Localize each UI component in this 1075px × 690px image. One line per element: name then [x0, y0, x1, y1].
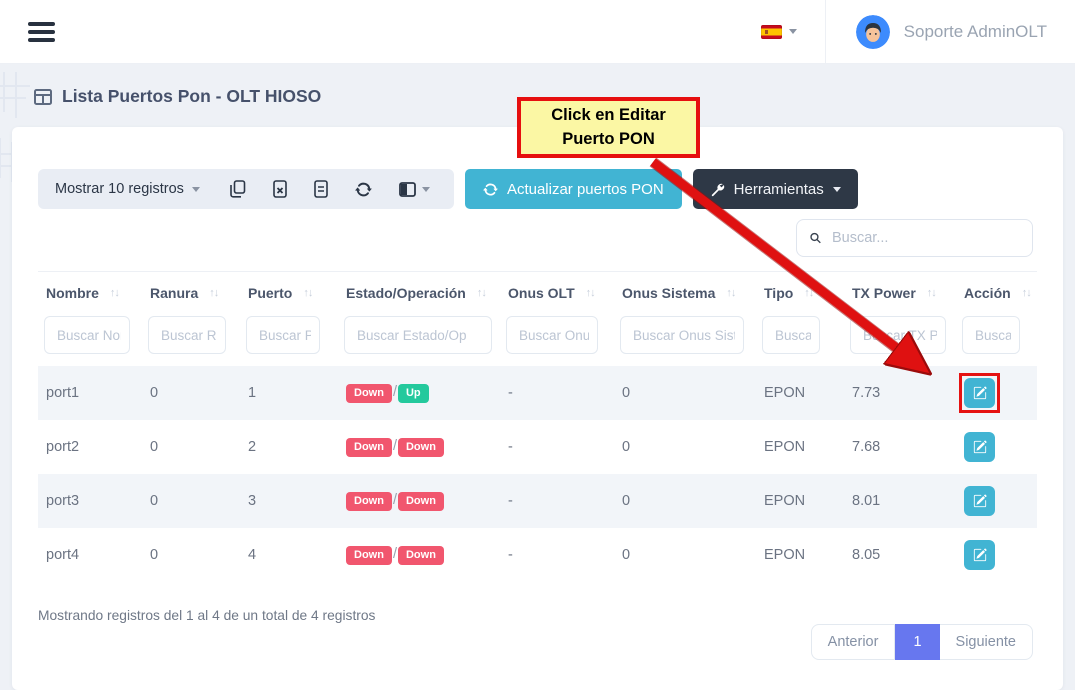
filter-accion-input[interactable]: [962, 316, 1020, 354]
table-icon: [34, 89, 52, 105]
table-search: [796, 219, 1033, 257]
search-icon: [810, 230, 821, 246]
sort-icon: ↑↓: [1022, 287, 1031, 299]
filter-ranura-input[interactable]: [148, 316, 226, 354]
edit-port-button[interactable]: [964, 486, 995, 516]
export-file-button[interactable]: [307, 180, 335, 198]
filter-tipo-input[interactable]: [762, 316, 820, 354]
sort-icon: ↑↓: [303, 287, 312, 299]
column-header-nombre[interactable]: Nombre↑↓: [38, 272, 142, 315]
edit-port-button[interactable]: [964, 540, 995, 570]
filter-tx-power-input[interactable]: [850, 316, 946, 354]
table-row: port3 0 3 Down/Down - 0 EPON 8.01: [38, 474, 1037, 528]
top-navbar: Soporte AdminOLT: [0, 0, 1075, 64]
column-header-tipo[interactable]: Tipo↑↓: [756, 272, 844, 315]
table-row: port1 0 1 Down/Up - 0 EPON 7.73: [38, 366, 1037, 420]
table-controls-group: Mostrar 10 registros: [38, 169, 454, 209]
refresh-icon: [355, 181, 372, 198]
status-badge: Up: [398, 384, 429, 403]
edit-port-button[interactable]: [964, 432, 995, 462]
status-badge: Down: [398, 546, 444, 565]
pagination-previous[interactable]: Anterior: [811, 624, 896, 660]
show-entries-dropdown[interactable]: Mostrar 10 registros: [55, 181, 200, 197]
table-row: port2 0 2 Down/Down - 0 EPON 7.68: [38, 420, 1037, 474]
status-badge: Down: [346, 384, 392, 403]
records-info: Mostrando registros del 1 al 4 de un tot…: [38, 600, 375, 623]
chevron-down-icon: [789, 29, 797, 34]
spain-flag-icon: [761, 25, 782, 39]
column-header-tx-power[interactable]: TX Power↑↓: [844, 272, 956, 315]
sort-icon: ↑↓: [586, 287, 595, 299]
sort-icon: ↑↓: [110, 287, 119, 299]
user-menu[interactable]: Soporte AdminOLT: [825, 0, 1047, 63]
copy-icon: [230, 180, 246, 198]
column-header-accion[interactable]: Acción↑↓: [956, 272, 1037, 315]
status-badge: Down: [346, 438, 392, 457]
status-badge: Down: [346, 492, 392, 511]
column-header-puerto[interactable]: Puerto↑↓: [240, 272, 338, 315]
filter-puerto-input[interactable]: [246, 316, 320, 354]
avatar: [856, 15, 890, 49]
column-header-onus-sistema[interactable]: Onus Sistema↑↓: [614, 272, 756, 315]
wrench-icon: [710, 182, 725, 197]
copy-button[interactable]: [223, 180, 253, 198]
filter-nombre-input[interactable]: [44, 316, 130, 354]
chevron-down-icon: [422, 187, 430, 192]
language-dropdown[interactable]: [761, 25, 825, 39]
column-header-onus-olt[interactable]: Onus OLT↑↓: [500, 272, 614, 315]
status-badge: Down: [398, 492, 444, 511]
sort-icon: ↑↓: [209, 287, 218, 299]
edit-icon: [973, 440, 987, 454]
chevron-down-icon: [192, 187, 200, 192]
edit-icon: [973, 494, 987, 508]
export-excel-button[interactable]: [266, 180, 294, 198]
chevron-down-icon: [833, 187, 841, 192]
sort-icon: ↑↓: [927, 287, 936, 299]
hamburger-menu-icon[interactable]: [28, 18, 55, 46]
refresh-icon: [483, 182, 498, 197]
column-header-estado[interactable]: Estado/Operación↑↓: [338, 272, 500, 315]
file-text-icon: [314, 180, 328, 198]
pagination-next[interactable]: Siguiente: [940, 624, 1033, 660]
sort-icon: ↑↓: [804, 287, 813, 299]
tools-dropdown-button[interactable]: Herramientas: [693, 169, 858, 209]
edit-icon: [973, 548, 987, 562]
reload-table-button[interactable]: [348, 181, 379, 198]
table-row: port4 0 4 Down/Down - 0 EPON 8.05: [38, 528, 1037, 582]
sort-icon: ↑↓: [477, 287, 486, 299]
user-name: Soporte AdminOLT: [904, 22, 1047, 42]
update-pon-ports-button[interactable]: Actualizar puertos PON: [465, 169, 682, 209]
pon-ports-card: Mostrar 10 registros: [12, 127, 1063, 690]
pagination-page-1[interactable]: 1: [895, 624, 939, 660]
sort-icon: ↑↓: [726, 287, 735, 299]
annotation-callout: Click en Editar Puerto PON: [517, 97, 700, 158]
edit-icon: [973, 386, 987, 400]
edit-port-button[interactable]: [964, 378, 995, 408]
status-badge: Down: [398, 438, 444, 457]
columns-icon: [399, 182, 416, 197]
column-header-ranura[interactable]: Ranura↑↓: [142, 272, 240, 315]
excel-file-icon: [273, 180, 287, 198]
status-badge: Down: [346, 546, 392, 565]
pon-ports-table: Nombre↑↓ Ranura↑↓ Puerto↑↓ Estado/Operac…: [38, 271, 1037, 582]
pagination: Anterior 1 Siguiente: [811, 624, 1033, 660]
filter-onus-olt-input[interactable]: [506, 316, 598, 354]
filter-estado-input[interactable]: [344, 316, 492, 354]
filter-onus-sistema-input[interactable]: [620, 316, 744, 354]
column-visibility-dropdown[interactable]: [392, 182, 437, 197]
search-input[interactable]: [832, 230, 1019, 246]
